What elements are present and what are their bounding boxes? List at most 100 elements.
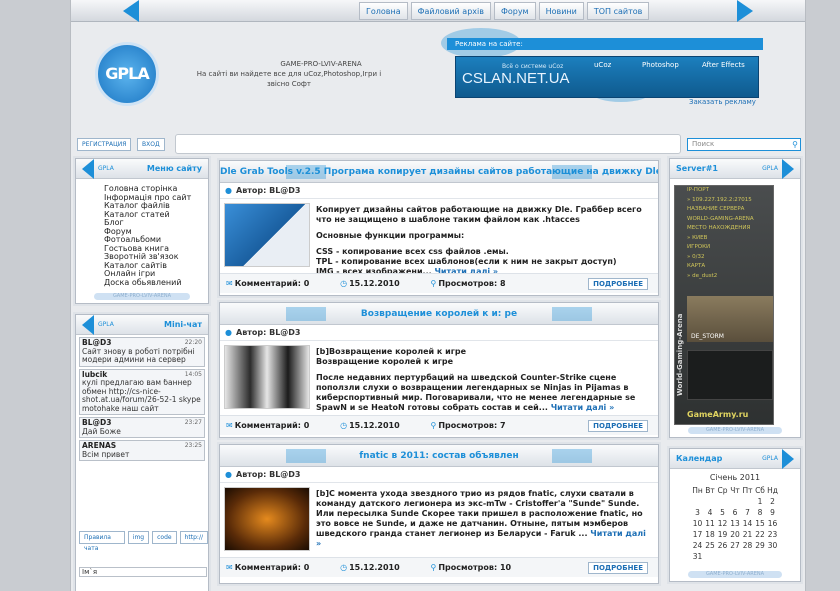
calendar-day[interactable]: 5 bbox=[716, 507, 729, 518]
more-button[interactable]: ПОДРОБНЕЕ bbox=[588, 562, 648, 574]
calendar-day[interactable]: 2 bbox=[766, 496, 779, 507]
order-ad-link[interactable]: Заказать рекламу bbox=[689, 98, 756, 106]
calendar-day[interactable]: 6 bbox=[729, 507, 742, 518]
calendar-day[interactable] bbox=[704, 496, 717, 507]
chat-text: Дай Боже bbox=[82, 426, 121, 436]
calendar-day[interactable] bbox=[691, 496, 704, 507]
calendar-day[interactable]: 23 bbox=[766, 529, 779, 540]
banner-tab-ucoz[interactable]: uCoz bbox=[594, 61, 611, 69]
calendar-day[interactable]: 29 bbox=[754, 540, 767, 551]
banner-tab-photoshop[interactable]: Photoshop bbox=[642, 61, 679, 69]
search-icon[interactable]: ⚲ bbox=[792, 139, 798, 150]
site-logo[interactable]: GPLA bbox=[95, 42, 159, 106]
calendar-day[interactable]: 11 bbox=[704, 518, 717, 529]
calendar-day[interactable]: 28 bbox=[741, 540, 754, 551]
post-thumbnail[interactable] bbox=[224, 203, 310, 267]
chat-img-button[interactable]: img bbox=[127, 531, 150, 544]
server-block-header: Server#1 GPLA bbox=[670, 159, 800, 179]
calendar-day[interactable] bbox=[716, 496, 729, 507]
calendar-weekday: Чт bbox=[730, 486, 740, 495]
calendar-weekday: Пн bbox=[692, 486, 703, 495]
ad-banner[interactable]: Всё о системе uCoz CSLAN.NET.UA uCoz Pho… bbox=[455, 56, 759, 98]
post-footer: ✉ Комментарий: 0 ◷ 15.12.2010 ⚲ Просмотров:… bbox=[220, 557, 658, 577]
calendar-day[interactable]: 25 bbox=[704, 540, 717, 551]
login-bar: РЕГИСТРАЦИЯ ВХОД Поиск ⚲ bbox=[71, 134, 805, 154]
site-name: GAME-PRO-LVIV-ARENA bbox=[280, 60, 362, 68]
calendar-day[interactable] bbox=[741, 496, 754, 507]
post-title[interactable]: fnatic в 2011: состав объявлен bbox=[220, 445, 658, 467]
register-button[interactable]: РЕГИСТРАЦИЯ bbox=[77, 138, 132, 151]
post-author: Автор: BL@D3 bbox=[220, 325, 658, 341]
nav-link-files[interactable]: Файловий архів bbox=[410, 2, 491, 20]
comment-icon: ✉ bbox=[226, 563, 233, 572]
calendar-day[interactable]: 26 bbox=[716, 540, 729, 551]
calendar-day[interactable]: 17 bbox=[691, 529, 704, 540]
chat-user[interactable]: ARENAS bbox=[82, 441, 116, 450]
nav-link-news[interactable]: Новини bbox=[538, 2, 584, 20]
more-button[interactable]: ПОДРОБНЕЕ bbox=[588, 278, 648, 290]
post-thumbnail[interactable] bbox=[224, 345, 310, 409]
nav-link-forum[interactable]: Форум bbox=[493, 2, 536, 20]
search-placeholder: Поиск bbox=[692, 140, 715, 148]
chat-text: Сайт знову в роботі потрібні модери адми… bbox=[82, 346, 195, 364]
calendar-day[interactable]: 24 bbox=[691, 540, 704, 551]
chat-user[interactable]: BL@D3 bbox=[82, 338, 111, 347]
calendar-day[interactable] bbox=[766, 551, 779, 562]
calendar-day[interactable]: 7 bbox=[741, 507, 754, 518]
calendar-day[interactable]: 4 bbox=[704, 507, 717, 518]
calendar-month: Січень 2011 bbox=[709, 473, 761, 482]
post-title[interactable]: Dle Grab Tools v.2.5 Програма копирует д… bbox=[220, 161, 658, 183]
more-button[interactable]: ПОДРОБНЕЕ bbox=[588, 420, 648, 432]
calendar-day[interactable]: 10 bbox=[691, 518, 704, 529]
calendar-day[interactable]: 31 bbox=[691, 551, 704, 562]
chat-code-button[interactable]: code bbox=[152, 531, 177, 544]
calendar-day[interactable] bbox=[729, 551, 742, 562]
calendar-day[interactable]: 30 bbox=[766, 540, 779, 551]
comment-icon: ✉ bbox=[226, 279, 233, 288]
chat-user[interactable]: lubcik bbox=[82, 370, 107, 379]
chat-user[interactable]: BL@D3 bbox=[82, 418, 111, 427]
nav-link-top-sites[interactable]: ТОП сайтов bbox=[586, 2, 650, 20]
banner-tab-after-effects[interactable]: After Effects bbox=[702, 61, 745, 69]
login-button[interactable]: ВХОД bbox=[137, 138, 165, 151]
calendar-day[interactable]: 12 bbox=[716, 518, 729, 529]
calendar-day[interactable]: 1 bbox=[754, 496, 767, 507]
chat-time: 23:25 bbox=[184, 442, 202, 449]
calendar-day[interactable]: 13 bbox=[729, 518, 742, 529]
post-thumbnail[interactable] bbox=[224, 487, 310, 551]
calendar-day[interactable]: 21 bbox=[741, 529, 754, 540]
calendar-day[interactable]: 18 bbox=[704, 529, 717, 540]
calendar-weekday: Ср bbox=[717, 486, 728, 495]
views-icon: ⚲ bbox=[430, 279, 437, 288]
calendar-day[interactable] bbox=[729, 496, 742, 507]
calendar-day[interactable] bbox=[754, 551, 767, 562]
ad-label: Реклама на сайте: bbox=[447, 38, 763, 50]
calendar-day[interactable] bbox=[741, 551, 754, 562]
post-footer: ✉ Комментарий: 0 ◷ 15.12.2010 ⚲ Просмотров:… bbox=[220, 273, 658, 293]
calendar-day[interactable] bbox=[704, 551, 717, 562]
read-more-link[interactable]: Читати далі » bbox=[551, 403, 615, 412]
calendar-day[interactable]: 3 bbox=[691, 507, 704, 518]
chat-name-field[interactable]: Ім`я bbox=[79, 567, 207, 577]
calendar-day[interactable]: 20 bbox=[729, 529, 742, 540]
calendar-day[interactable]: 9 bbox=[766, 507, 779, 518]
calendar-day[interactable] bbox=[716, 551, 729, 562]
calendar-day[interactable]: 15 bbox=[754, 518, 767, 529]
header: GPLA GAME-PRO-LVIV-ARENA На сайті ви най… bbox=[71, 22, 805, 130]
search-input[interactable]: Поиск ⚲ bbox=[687, 138, 801, 151]
calendar-day[interactable]: 8 bbox=[754, 507, 767, 518]
server-monitor-banner[interactable]: World-Gaming-Arena IP-ПОРТ » 109.227.192… bbox=[674, 185, 774, 425]
chat-link-button[interactable]: http:// bbox=[179, 531, 208, 544]
news-post: fnatic в 2011: состав объявлен Автор: BL… bbox=[219, 444, 659, 584]
post-title[interactable]: Возвращение королей к и: pe bbox=[220, 303, 658, 325]
chat-rules-button[interactable]: Правила чата bbox=[79, 531, 125, 552]
calendar-day[interactable]: 22 bbox=[754, 529, 767, 540]
calendar-block: Календар GPLA Січень 2011 Пн Вт Ср Чт Пт… bbox=[669, 448, 801, 582]
menu-item[interactable]: Доска обьявлений bbox=[104, 278, 208, 288]
nav-link-home[interactable]: Головна bbox=[359, 2, 408, 20]
calendar-day[interactable]: 27 bbox=[729, 540, 742, 551]
calendar-day[interactable]: 19 bbox=[716, 529, 729, 540]
calendar-day[interactable]: 14 bbox=[741, 518, 754, 529]
calendar-weekday: Пт bbox=[742, 486, 753, 495]
calendar-day[interactable]: 16 bbox=[766, 518, 779, 529]
